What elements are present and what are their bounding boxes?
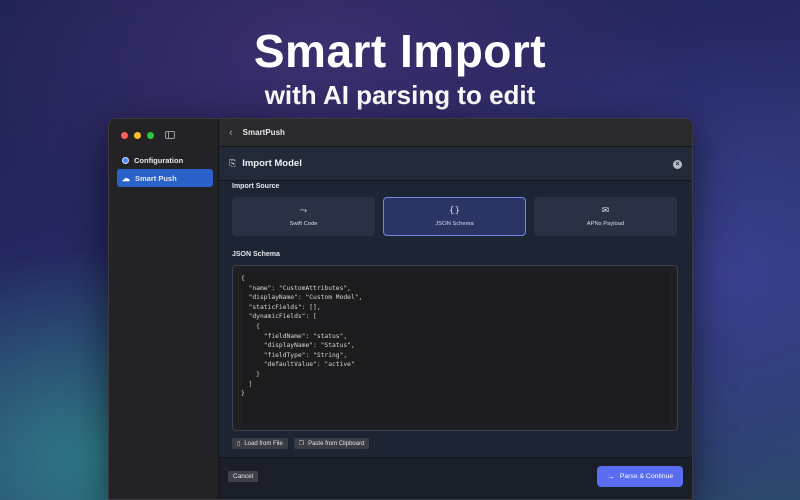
close-window-button[interactable] (121, 132, 128, 139)
zoom-window-button[interactable] (147, 132, 154, 139)
sidebar-item-configuration[interactable]: Configuration (117, 151, 213, 169)
sheet-title: Import Model (242, 158, 302, 169)
json-schema-label: JSON Schema (232, 251, 280, 258)
import-source-label: Import Source (232, 183, 280, 190)
chevron-left-icon[interactable]: ‹ (229, 127, 233, 139)
gear-dot-icon (122, 156, 129, 164)
parse-continue-button[interactable]: → Parse & Continue (597, 466, 683, 487)
app-window: Configuration ☁ Smart Push ‹ SmartPush ⎘… (108, 118, 693, 500)
import-icon: ⎘ (229, 158, 237, 168)
close-icon[interactable]: × (673, 160, 682, 169)
document-icon: ▯ (237, 441, 241, 447)
sidebar-item-smart-push[interactable]: ☁ Smart Push (117, 169, 213, 187)
editor-surface[interactable]: { "name": "CustomAttributes", "displayNa… (241, 272, 669, 424)
sidebar-item-label: Smart Push (135, 173, 177, 183)
sidebar: Configuration ☁ Smart Push (109, 119, 219, 499)
source-label: Swift Code (289, 221, 318, 227)
button-label: Parse & Continue (619, 473, 674, 480)
sheet-footer: Cancel → Parse & Continue (219, 457, 692, 499)
editor-actions: ▯ Load from File ❐ Paste from Clipboard (232, 438, 370, 449)
minimize-window-button[interactable] (134, 132, 141, 139)
button-label: Paste from Clipboard (308, 440, 365, 447)
sidebar-toggle-icon[interactable] (165, 131, 175, 139)
load-from-file-button[interactable]: ▯ Load from File (232, 438, 288, 449)
source-json-schema[interactable]: {} JSON Schema (383, 197, 526, 236)
json-schema-editor[interactable]: { "name": "CustomAttributes", "displayNa… (232, 265, 678, 431)
toolbar-title: SmartPush (242, 128, 285, 137)
source-label: JSON Schema (435, 221, 474, 227)
envelope-icon: ✉ (601, 206, 610, 216)
code-text[interactable]: { "name": "CustomAttributes", "displayNa… (241, 272, 669, 399)
clipboard-icon: ❐ (298, 441, 305, 447)
hero-title: Smart Import (253, 25, 547, 77)
arrow-right-icon: → (606, 472, 615, 481)
toolbar: ‹ SmartPush (219, 119, 692, 147)
braces-icon: {} (448, 206, 461, 216)
import-source-picker: ⤳ Swift Code {} JSON Schema ✉ APNs Paylo… (232, 197, 677, 236)
source-label: APNs Payload (586, 221, 625, 227)
source-swift-code[interactable]: ⤳ Swift Code (232, 197, 375, 236)
window-controls (121, 132, 154, 139)
paste-from-clipboard-button[interactable]: ❐ Paste from Clipboard (293, 438, 370, 449)
swift-icon: ⤳ (299, 206, 308, 216)
push-icon: ☁ (122, 173, 130, 183)
import-model-sheet: ⎘ Import Model × Import Source ⤳ Swift C… (219, 147, 692, 499)
main-area: ‹ SmartPush ⎘ Import Model × Import Sour… (219, 119, 692, 499)
button-label: Load from File (244, 440, 283, 447)
hero-subtitle: with AI parsing to edit (264, 80, 536, 110)
sheet-header: ⎘ Import Model × (219, 147, 692, 181)
source-apns-payload[interactable]: ✉ APNs Payload (534, 197, 677, 236)
sidebar-item-label: Configuration (134, 155, 184, 165)
cancel-button[interactable]: Cancel (228, 471, 259, 482)
